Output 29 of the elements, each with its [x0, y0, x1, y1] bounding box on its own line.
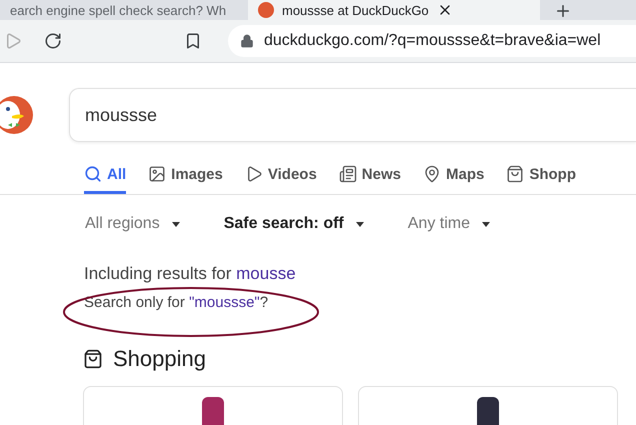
address-bar[interactable]: duckduckgo.com/?q=moussse&t=brave&ia=wel: [228, 25, 636, 57]
search-tab[interactable]: Videos: [244, 157, 317, 194]
spelling-notice: Including results for mousse: [84, 264, 297, 284]
browser-tab[interactable]: moussse at DuckDuckGo: [248, 0, 540, 20]
caret-icon: [482, 222, 490, 226]
filter-dropdown[interactable]: Safe search: off: [224, 215, 364, 233]
filter-dropdown[interactable]: All regions: [85, 215, 180, 233]
shopping-bag-icon: [83, 349, 103, 369]
reload-icon[interactable]: [44, 32, 62, 50]
section-heading: Shopping: [113, 346, 206, 372]
shopping-bag-icon: [506, 165, 524, 183]
caret-icon: [356, 222, 364, 226]
search-icon: [84, 165, 102, 183]
search-tab[interactable]: All: [84, 157, 126, 194]
newspaper-icon: [338, 165, 357, 183]
search-tab[interactable]: Images: [148, 157, 223, 194]
search-original-notice: Search only for "moussse"?: [84, 294, 268, 311]
bookmark-icon[interactable]: [184, 32, 202, 50]
new-tab-icon[interactable]: [554, 2, 572, 20]
caret-icon: [172, 222, 180, 226]
search-tab[interactable]: News: [338, 157, 401, 194]
filter-dropdown[interactable]: Any time: [408, 215, 490, 233]
original-query-link[interactable]: "moussse": [189, 294, 260, 311]
image-icon: [148, 165, 166, 183]
search-field[interactable]: moussse: [69, 88, 636, 142]
search-tab[interactable]: Shopp: [506, 157, 576, 194]
corrected-query-link[interactable]: mousse: [236, 264, 296, 283]
map-pin-icon: [422, 165, 441, 183]
search-tab[interactable]: Maps: [422, 157, 484, 194]
